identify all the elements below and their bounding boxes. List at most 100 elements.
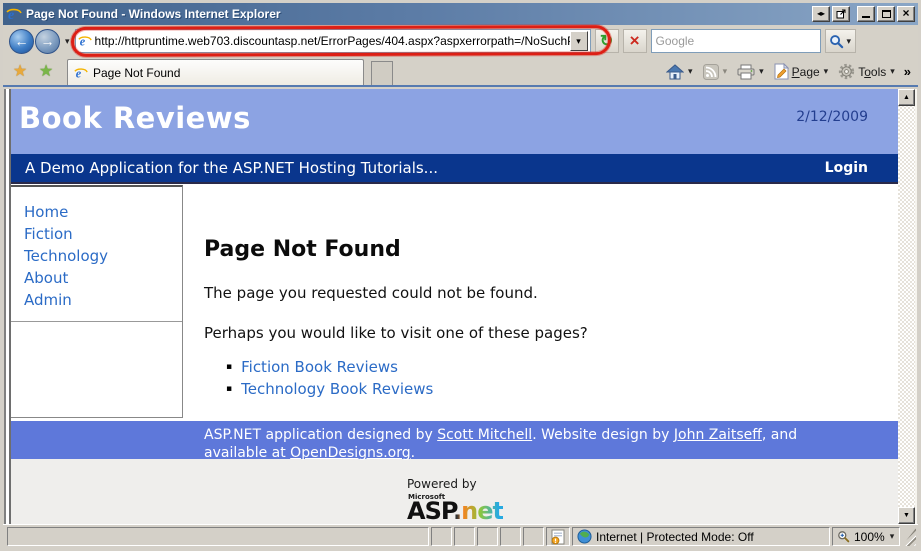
- tools-menu-label: Tools: [858, 65, 886, 79]
- favorites-center-button[interactable]: ★: [7, 59, 33, 83]
- feeds-button[interactable]: ▾: [699, 62, 733, 82]
- search-button[interactable]: ▾: [825, 29, 857, 53]
- zoom-dropdown-icon[interactable]: ▾: [889, 531, 896, 542]
- popout-icon: [836, 9, 846, 19]
- opendesigns-link[interactable]: OpenDesigns.org: [290, 445, 410, 461]
- tab-label: Page Not Found: [93, 66, 180, 80]
- zoom-panel[interactable]: 100% ▾: [832, 527, 900, 546]
- back-icon: ←: [15, 33, 29, 49]
- refresh-button[interactable]: ↻: [595, 29, 619, 53]
- browser-viewport: Book Reviews 2/12/2009 A Demo Applicatio…: [4, 89, 917, 524]
- page-dropdown-icon[interactable]: ▾: [823, 66, 830, 77]
- sidebar-item-home[interactable]: Home: [24, 203, 68, 221]
- bullet-icon: ▪: [226, 378, 232, 400]
- footer-text: .: [411, 445, 415, 461]
- sidebar-item-about[interactable]: About: [24, 269, 68, 287]
- tab-ie-icon: e: [74, 66, 88, 80]
- site-tagline: A Demo Application for the ASP.NET Hosti…: [25, 159, 438, 177]
- ie-logo-icon: e: [6, 6, 22, 22]
- status-panel-3: [477, 527, 498, 546]
- url-dropdown-button[interactable]: ▾: [570, 31, 588, 51]
- status-bar: Internet | Protected Mode: Off 100% ▾: [3, 524, 918, 548]
- resize-grip[interactable]: [902, 528, 916, 546]
- command-bar: ▾ ▾: [662, 61, 914, 85]
- tools-dropdown-icon[interactable]: ▾: [889, 66, 896, 77]
- scroll-down-button[interactable]: ▼: [898, 507, 915, 524]
- url-input[interactable]: [95, 34, 570, 48]
- zone-text: Internet | Protected Mode: Off: [596, 530, 754, 544]
- close-icon: ×: [902, 7, 909, 19]
- page-menu-button[interactable]: Page ▾: [770, 61, 834, 82]
- tagline-band: A Demo Application for the ASP.NET Hosti…: [11, 154, 898, 184]
- new-tab-button[interactable]: [371, 61, 393, 85]
- minimize-button[interactable]: [857, 6, 875, 22]
- search-box: [651, 29, 821, 53]
- page-footer: ASP.NET application designed by Scott Mi…: [11, 421, 898, 459]
- sidebar-item-admin[interactable]: Admin: [24, 291, 72, 309]
- site-header: Book Reviews 2/12/2009: [11, 89, 898, 154]
- technology-reviews-link[interactable]: Technology Book Reviews: [241, 378, 433, 400]
- stop-icon: ×: [630, 31, 640, 51]
- tab-page-not-found[interactable]: e Page Not Found: [67, 59, 364, 85]
- zone-panel[interactable]: Internet | Protected Mode: Off: [572, 527, 830, 546]
- forward-button[interactable]: →: [35, 29, 60, 54]
- tools-menu-button[interactable]: Tools ▾: [834, 61, 900, 82]
- main-content: Page Not Found The page you requested co…: [204, 184, 888, 400]
- gear-icon: [838, 63, 855, 80]
- zoom-level: 100%: [854, 530, 885, 544]
- status-message-panel: [7, 527, 429, 546]
- nav-item: Fiction: [24, 223, 182, 245]
- footer-text: . Website design by: [532, 427, 674, 443]
- address-bar: ← → ▾ e ▾ ↻ × ▾: [3, 25, 918, 57]
- home-dropdown-icon[interactable]: ▾: [687, 66, 694, 77]
- home-button[interactable]: ▾: [662, 62, 698, 82]
- window-seamless-button[interactable]: ◂▸: [812, 6, 830, 22]
- home-icon: [666, 64, 684, 80]
- printer-icon: [737, 64, 755, 80]
- vertical-scrollbar[interactable]: ▲ ▼: [898, 89, 915, 524]
- command-overflow-button[interactable]: »: [901, 64, 914, 79]
- tab-bar: ★ ★ e Page Not Found: [3, 57, 918, 87]
- add-favorite-button[interactable]: ★: [33, 59, 59, 83]
- page-ie-icon: e: [78, 34, 92, 48]
- stop-button[interactable]: ×: [623, 29, 647, 53]
- warning-page-icon: [551, 529, 565, 545]
- title-bar: e Page Not Found - Windows Internet Expl…: [3, 3, 918, 25]
- globe-icon: [577, 529, 592, 544]
- sidebar-item-fiction[interactable]: Fiction: [24, 225, 73, 243]
- print-button[interactable]: ▾: [733, 62, 769, 82]
- window-popout-button[interactable]: [832, 6, 850, 22]
- page-menu-label: Page: [792, 65, 820, 79]
- history-dropdown-button[interactable]: ▾: [64, 36, 71, 47]
- search-dropdown-icon[interactable]: ▾: [846, 36, 853, 47]
- suggested-links: ▪ Fiction Book Reviews ▪ Technology Book…: [226, 356, 888, 400]
- status-panel-1: [431, 527, 452, 546]
- list-item: ▪ Fiction Book Reviews: [226, 356, 888, 378]
- search-input[interactable]: [656, 34, 816, 48]
- sidebar-item-technology[interactable]: Technology: [24, 247, 108, 265]
- security-report-panel[interactable]: [546, 527, 570, 546]
- feeds-dropdown-icon[interactable]: ▾: [722, 66, 729, 77]
- back-button[interactable]: ←: [9, 29, 34, 54]
- maximize-icon: [882, 10, 891, 18]
- footer-text: ASP.NET application designed by: [204, 427, 437, 443]
- fiction-reviews-link[interactable]: Fiction Book Reviews: [241, 356, 398, 378]
- nav-item: Admin: [24, 289, 182, 311]
- bullet-icon: ▪: [226, 356, 232, 378]
- john-zaitseff-link[interactable]: John Zaitseff: [674, 427, 762, 443]
- aspnet-logo-asp: ASP: [407, 497, 453, 524]
- site-title: Book Reviews: [19, 101, 251, 135]
- search-icon: [829, 34, 844, 49]
- powered-by-logo: Powered by Microsoft ASP.net: [407, 459, 898, 524]
- scott-mitchell-link[interactable]: Scott Mitchell: [437, 427, 532, 443]
- nav-item: About: [24, 267, 182, 289]
- login-link[interactable]: Login: [825, 160, 868, 176]
- maximize-button[interactable]: [877, 6, 895, 22]
- aspnet-logo-net: .net: [453, 497, 503, 524]
- status-panel-2: [454, 527, 475, 546]
- close-button[interactable]: ×: [897, 6, 915, 22]
- scroll-up-button[interactable]: ▲: [898, 89, 915, 106]
- window-title: Page Not Found - Windows Internet Explor…: [26, 7, 812, 21]
- print-dropdown-icon[interactable]: ▾: [758, 66, 765, 77]
- powered-by-caption: Powered by: [407, 477, 477, 491]
